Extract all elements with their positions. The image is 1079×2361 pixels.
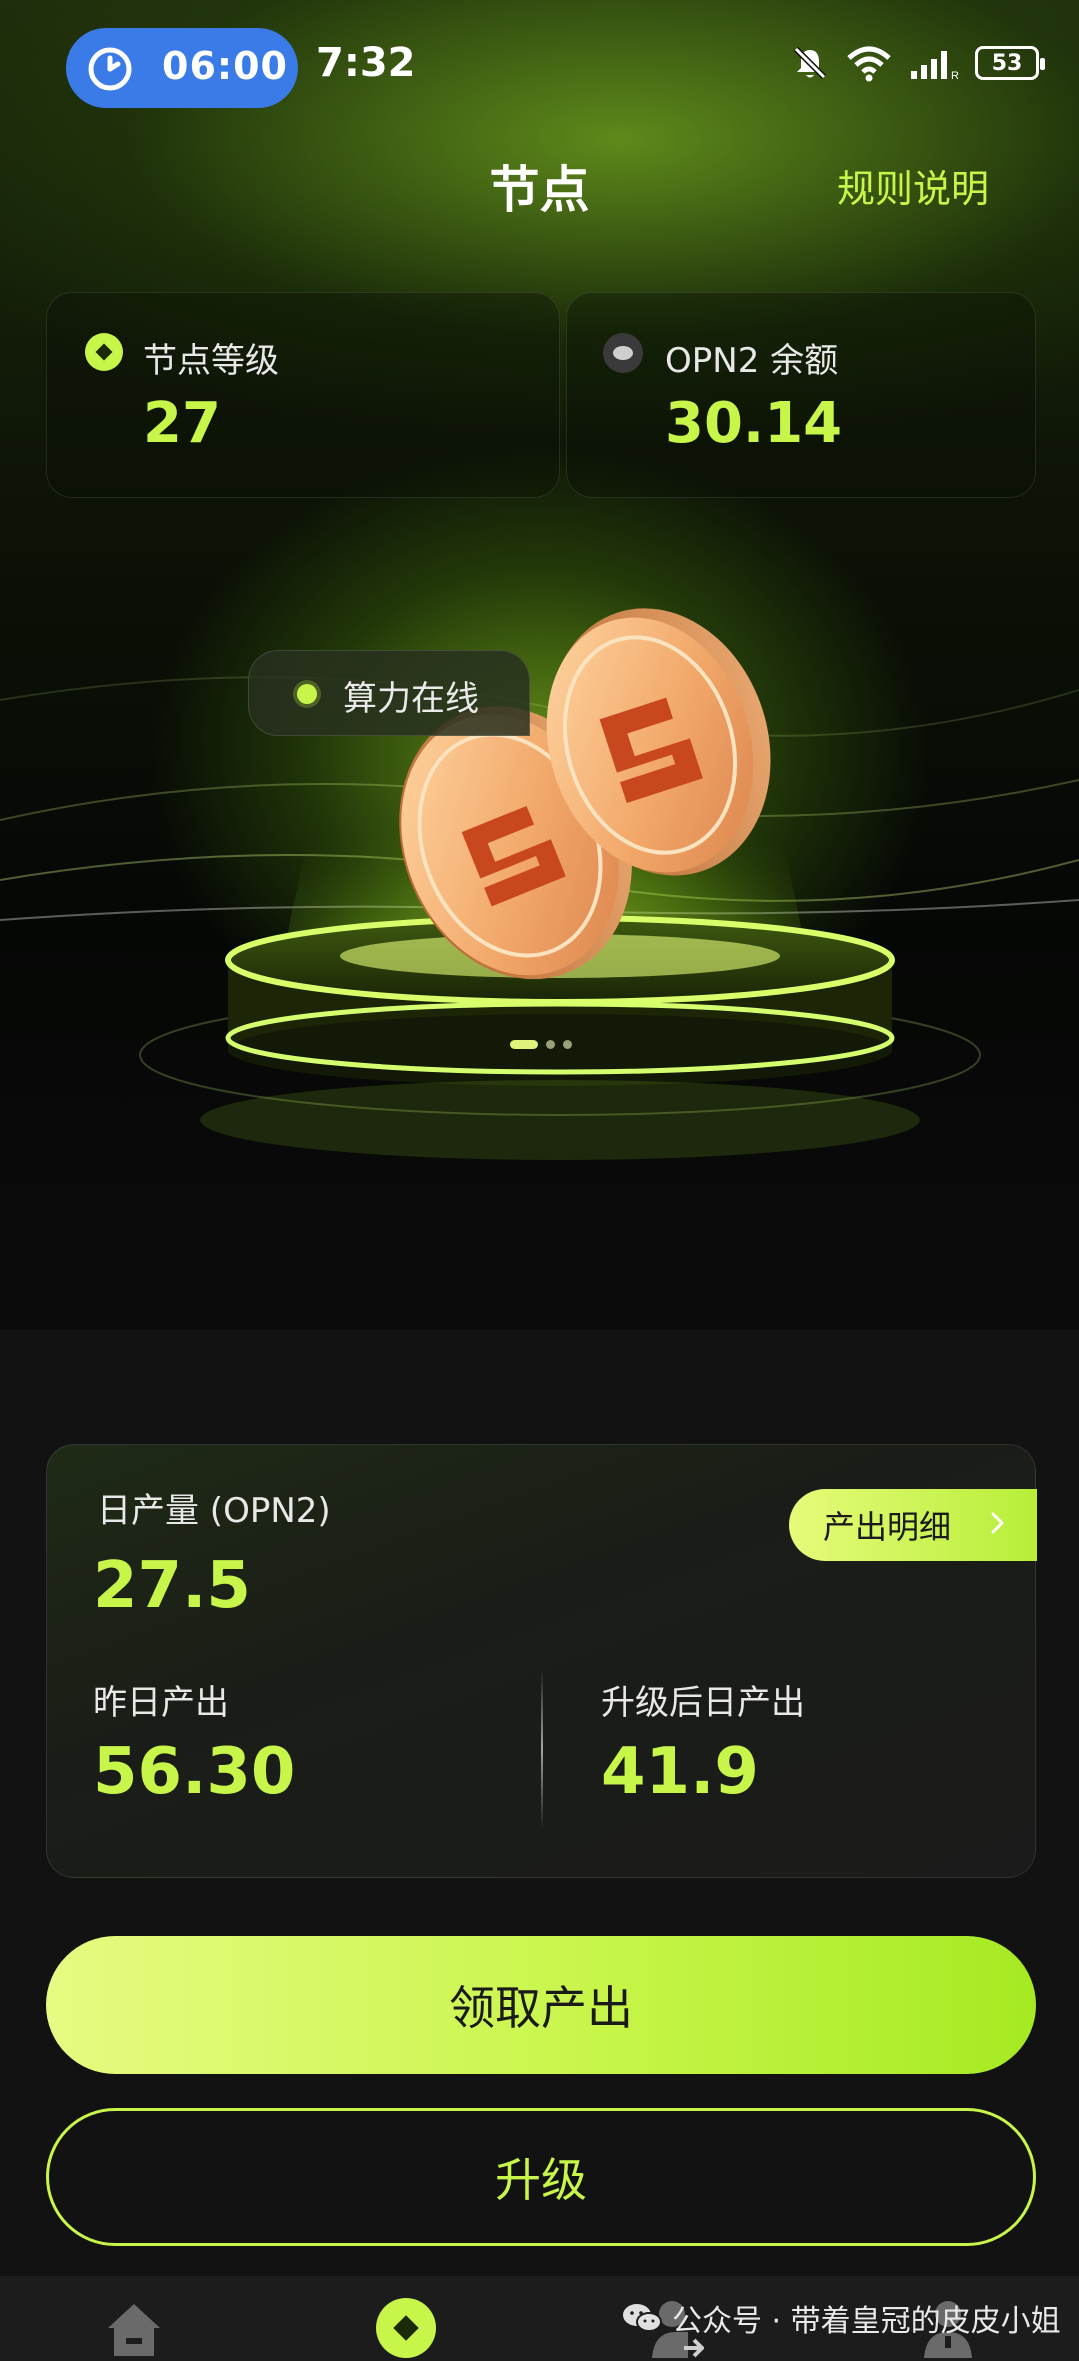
battery-indicator: 53 (975, 46, 1045, 80)
battery-level: 53 (991, 50, 1023, 76)
status-clock: 7:32 (316, 40, 416, 86)
node-icon[interactable] (376, 2298, 436, 2358)
upgraded-output-value: 41.9 (601, 1735, 759, 1809)
balance-card: OPN2 余额 30.14 (566, 292, 1036, 498)
carousel-dot-active[interactable] (510, 1040, 538, 1049)
timer-text: 06:00 (162, 44, 288, 88)
yesterday-output-label: 昨日产出 (93, 1683, 229, 1723)
balance-label: OPN2 余额 (665, 341, 839, 381)
wifi-icon (847, 46, 891, 82)
node-level-value: 27 (143, 391, 221, 456)
svg-text:R: R (951, 70, 959, 81)
claim-output-button[interactable]: 领取产出 (46, 1936, 1036, 2074)
vertical-divider (541, 1669, 543, 1829)
online-label: 算力在线 (343, 679, 479, 719)
node-level-label: 节点等级 (143, 341, 279, 381)
production-card: 日产量 (OPN2) 27.5 产出明细 昨日产出 56.30 升级后日产出 4… (46, 1444, 1037, 1878)
upgraded-output-label: 升级后日产出 (601, 1683, 805, 1723)
timer-pill[interactable]: 06:00 (66, 28, 298, 108)
watermark-text: 公众号 · 带着皇冠的皮皮小姐 (672, 2304, 1061, 2339)
rules-link[interactable]: 规则说明 (837, 158, 989, 213)
output-detail-label: 产出明细 (823, 1508, 952, 1546)
coin-stack-icon (603, 333, 643, 373)
watermark: 公众号 · 带着皇冠的皮皮小姐 (622, 2296, 1061, 2340)
node-diamond-icon (85, 333, 123, 371)
upgrade-button[interactable]: 升级 (46, 2108, 1036, 2246)
carousel-indicator[interactable] (510, 1040, 572, 1049)
signal-icon: R (911, 51, 959, 81)
carousel-dot[interactable] (546, 1040, 555, 1049)
balance-value: 30.14 (665, 391, 843, 456)
home-icon[interactable] (102, 2298, 166, 2358)
mute-bell-icon (793, 46, 827, 80)
daily-output-label: 日产量 (OPN2) (97, 1491, 331, 1531)
node-level-card: 节点等级 27 (46, 292, 560, 498)
output-detail-button[interactable]: 产出明细 (789, 1489, 1037, 1561)
online-status-dot (297, 684, 317, 704)
hashrate-online-badge: 算力在线 (248, 650, 530, 736)
status-icons: R 53 (791, 44, 1045, 82)
chevron-right-icon (991, 1512, 1004, 1534)
daily-output-value: 27.5 (93, 1549, 251, 1623)
timer-icon (88, 47, 132, 91)
coin-pedestal-illustration (0, 608, 1079, 1160)
carousel-dot[interactable] (563, 1040, 572, 1049)
wechat-icon (623, 2304, 662, 2332)
yesterday-output-value: 56.30 (93, 1735, 296, 1809)
